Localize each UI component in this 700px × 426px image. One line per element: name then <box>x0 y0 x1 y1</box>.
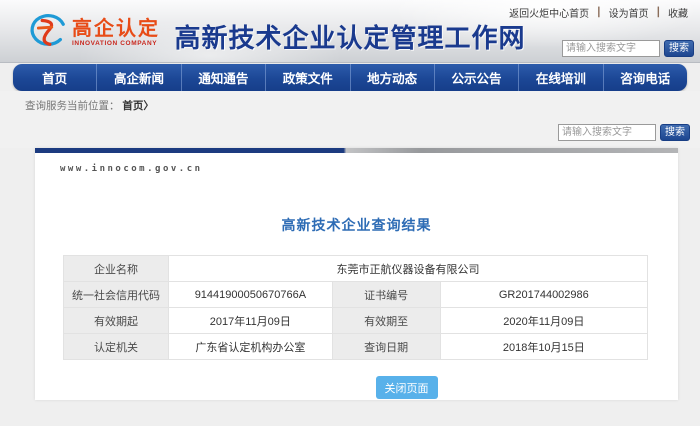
field-label-credit-code: 统一社会信用代码 <box>64 282 169 308</box>
site-logo[interactable]: 高企认定 INNOVATION COMPANY <box>26 9 160 56</box>
field-value-cert-no: GR201744002986 <box>440 282 647 308</box>
table-row: 企业名称 东莞市正航仪器设备有限公司 <box>64 256 648 282</box>
table-row: 有效期起 2017年11月09日 有效期至 2020年11月09日 <box>64 308 648 334</box>
utility-links: 返回火炬中心首页 ┃ 设为首页 ┃ 收藏 <box>509 5 688 20</box>
field-label-valid-to: 有效期至 <box>332 308 440 334</box>
field-label-valid-from: 有效期起 <box>64 308 169 334</box>
result-title: 高新技术企业查询结果 <box>35 215 678 235</box>
link-separator: ┃ <box>596 7 601 18</box>
nav-item-hotline[interactable]: 咨询电话 <box>603 64 687 91</box>
logo-swoosh-icon <box>26 9 68 56</box>
field-label-company: 企业名称 <box>64 256 169 282</box>
nav-item-notices[interactable]: 通知通告 <box>181 64 265 91</box>
field-value-authority: 广东省认定机构办公室 <box>169 334 333 360</box>
nav-item-training[interactable]: 在线培训 <box>518 64 602 91</box>
result-panel: www.innocom.gov.cn 高新技术企业查询结果 企业名称 东莞市正航… <box>35 148 678 400</box>
field-label-cert-no: 证书编号 <box>332 282 440 308</box>
nav-item-announcements[interactable]: 公示公告 <box>434 64 518 91</box>
breadcrumb: 查询服务当前位置： 首页〉 <box>25 98 154 113</box>
secondary-search-input[interactable] <box>558 124 656 141</box>
link-set-homepage[interactable]: 设为首页 <box>609 5 649 20</box>
field-value-valid-to: 2020年11月09日 <box>440 308 647 334</box>
field-value-company: 东莞市正航仪器设备有限公司 <box>169 256 648 282</box>
page-title: 高新技术企业认定管理工作网 <box>174 18 525 55</box>
field-label-query-date: 查询日期 <box>332 334 440 360</box>
table-row: 认定机关 广东省认定机构办公室 查询日期 2018年10月15日 <box>64 334 648 360</box>
result-table: 企业名称 东莞市正航仪器设备有限公司 统一社会信用代码 914419000506… <box>63 255 648 360</box>
field-label-authority: 认定机关 <box>64 334 169 360</box>
nav-item-news[interactable]: 高企新闻 <box>96 64 180 91</box>
secondary-search-button[interactable]: 搜索 <box>660 124 690 141</box>
nav-item-home[interactable]: 首页 <box>13 64 96 91</box>
field-value-query-date: 2018年10月15日 <box>440 334 647 360</box>
breadcrumb-prefix: 查询服务当前位置： <box>25 100 120 112</box>
breadcrumb-band: 查询服务当前位置： 首页〉 搜索 <box>0 91 700 148</box>
header-search-button[interactable]: 搜索 <box>664 40 694 57</box>
field-value-valid-from: 2017年11月09日 <box>169 308 333 334</box>
nav-item-regional[interactable]: 地方动态 <box>350 64 434 91</box>
breadcrumb-home-link[interactable]: 首页〉 <box>122 100 154 112</box>
close-button-row: 关闭页面 <box>35 376 678 399</box>
panel-top-bar <box>35 148 678 153</box>
header-search: 搜索 <box>562 40 694 57</box>
site-header: 返回火炬中心首页 ┃ 设为首页 ┃ 收藏 高企认定 INNOVATION COM… <box>0 0 700 63</box>
link-favorite[interactable]: 收藏 <box>668 5 688 20</box>
logo-text: 高企认定 <box>72 18 160 40</box>
link-separator: ┃ <box>656 7 661 18</box>
logo-subtext: INNOVATION COMPANY <box>72 40 160 47</box>
secondary-search: 搜索 <box>558 124 690 141</box>
field-value-credit-code: 91441900050670766A <box>169 282 333 308</box>
main-nav: 首页 高企新闻 通知通告 政策文件 地方动态 公示公告 在线培训 咨询电话 <box>13 64 687 91</box>
header-search-input[interactable] <box>562 40 660 57</box>
table-row: 统一社会信用代码 91441900050670766A 证书编号 GR20174… <box>64 282 648 308</box>
nav-item-policies[interactable]: 政策文件 <box>265 64 349 91</box>
site-url: www.innocom.gov.cn <box>60 164 678 174</box>
close-page-button[interactable]: 关闭页面 <box>376 376 438 399</box>
